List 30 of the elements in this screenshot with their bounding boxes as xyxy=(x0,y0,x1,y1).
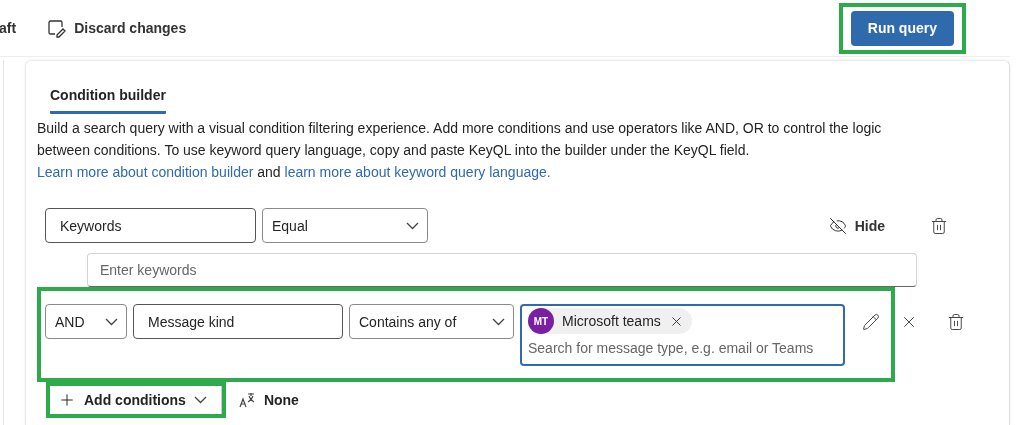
discard-icon xyxy=(46,18,67,38)
link[interactable]: Learn more about condition builder xyxy=(37,164,254,180)
trash-icon xyxy=(930,216,948,235)
avatar: MT xyxy=(528,308,554,334)
trash-icon xyxy=(947,312,965,331)
plus-icon xyxy=(58,391,76,409)
description-text: Build a search query with a visual condition filtering experience. Add more conditions and use operators like AND, OR to control the logic between conditions. To use keyword query language, copy and paste KeyQL into the builder under the KeyQL field. Learn more about condition builder and learn more about keyword query language. xyxy=(37,119,883,182)
link[interactable]: learn more about keyword query language. xyxy=(284,164,551,180)
language-button[interactable]: None xyxy=(231,390,305,410)
run-query-button[interactable]: Run query xyxy=(850,10,954,46)
eye-off-icon xyxy=(828,216,847,235)
hide-button[interactable]: Hide xyxy=(822,208,891,243)
toolbar-label[interactable]: aft xyxy=(0,20,17,36)
pencil-icon xyxy=(862,312,880,331)
tag-picker[interactable]: MT Microsoft teams Search for message type, e.g. email or Teams xyxy=(520,304,845,366)
tab[interactable]: Condition builder xyxy=(50,81,166,114)
chevron-icon xyxy=(193,396,207,404)
translate-icon xyxy=(237,391,256,409)
tag-label: Microsoft teams xyxy=(562,313,661,329)
comparison-dropdown[interactable]: Contains any of xyxy=(349,304,514,339)
field-selector[interactable]: Keywords xyxy=(45,208,256,243)
chevron-icon xyxy=(406,221,419,230)
chevron-icon xyxy=(492,317,505,326)
chevron-icon xyxy=(105,317,118,326)
discard-button[interactable]: Discard changes xyxy=(46,18,187,38)
field-selector[interactable]: Message kind xyxy=(133,304,343,339)
keywords-input[interactable]: Enter keywords xyxy=(87,253,917,287)
comparison-dropdown[interactable]: Equal xyxy=(262,208,428,243)
tag-chip[interactable]: MT Microsoft teams xyxy=(528,308,692,334)
connector-dropdown[interactable]: AND xyxy=(45,304,127,339)
